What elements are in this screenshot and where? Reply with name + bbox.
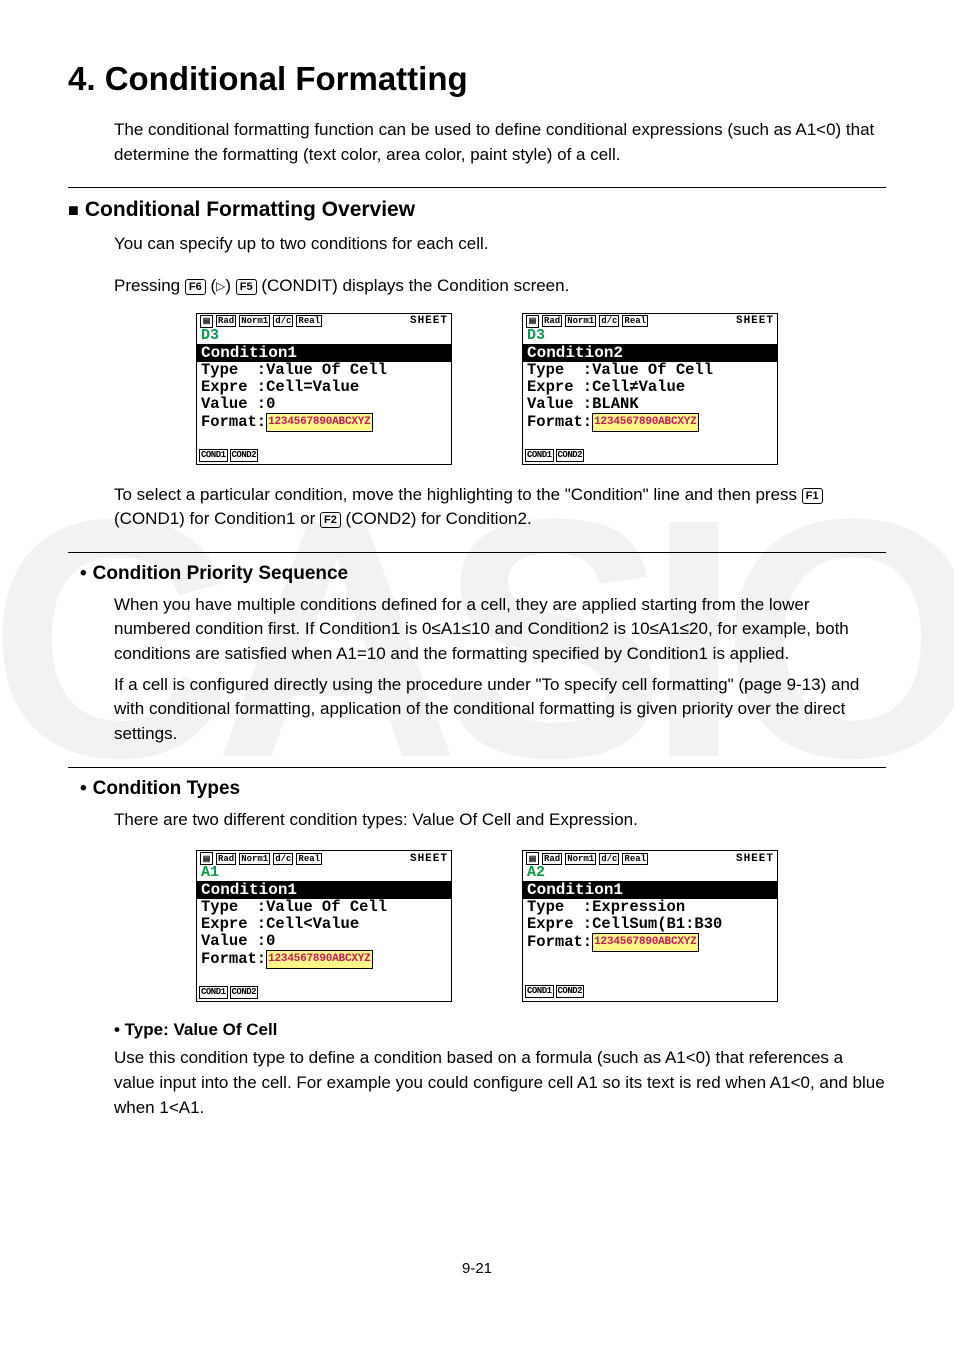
row-value: Value :0 [197, 933, 451, 950]
status-bar: ▤ RadNorm1 d/cReal SHEET [197, 314, 451, 328]
types-heading: Condition Types [68, 778, 886, 800]
rad-indicator: Rad [542, 315, 562, 327]
format-sample: 1234567890ABCXYZ [592, 413, 698, 432]
intro-paragraph: The conditional formatting function can … [68, 118, 886, 167]
overview-line1: You can specify up to two conditions for… [68, 232, 886, 257]
battery-icon: ▤ [200, 315, 213, 328]
f2-key-icon: F2 [320, 512, 341, 528]
row-format: Format: 1234567890ABCXYZ [197, 950, 451, 969]
page-number: 9-21 [68, 1260, 886, 1277]
fkey-row: COND1 COND2 [523, 984, 777, 1000]
cell-ref: D3 [523, 328, 777, 344]
fkey-cond1: COND1 [199, 986, 228, 999]
types-intro: There are two different condition types:… [68, 808, 886, 833]
mode-label: SHEET [736, 853, 774, 865]
screens-row-1: ▤ RadNorm1 d/cReal SHEET D3 Condition1 T… [68, 313, 886, 465]
row-expre: Expre :CellSum(B1:B30 [523, 916, 777, 933]
status-bar: ▤ RadNorm1 d/cReal SHEET [523, 314, 777, 328]
f5-key-icon: F5 [236, 279, 257, 295]
norm-indicator: Norm1 [565, 853, 596, 865]
format-sample: 1234567890ABCXYZ [266, 950, 372, 969]
calc-screen-cond2-d3: ▤ RadNorm1 d/cReal SHEET D3 Condition2 T… [522, 313, 778, 465]
fkey-cond1: COND1 [525, 985, 554, 998]
row-format: Format: 1234567890ABCXYZ [197, 413, 451, 432]
row-value: Value :0 [197, 396, 451, 413]
f6-key-icon: F6 [185, 279, 206, 295]
dc-indicator: d/c [599, 853, 619, 865]
cell-ref: A2 [523, 865, 777, 881]
norm-indicator: Norm1 [565, 315, 596, 327]
condition-header: Condition1 [523, 881, 777, 899]
mode-label: SHEET [410, 315, 448, 327]
priority-heading: Condition Priority Sequence [68, 563, 886, 585]
rad-indicator: Rad [216, 315, 236, 327]
mode-label: SHEET [410, 853, 448, 865]
fkey-cond2: COND2 [230, 986, 259, 999]
f1-key-icon: F1 [802, 488, 823, 504]
row-type: Type :Value Of Cell [523, 362, 777, 379]
type-value-heading: • Type: Value Of Cell [68, 1020, 886, 1040]
real-indicator: Real [622, 315, 648, 327]
battery-icon: ▤ [526, 315, 539, 328]
screens-row-2: ▤ RadNorm1 d/cReal SHEET A1 Condition1 T… [68, 850, 886, 1002]
row-type: Type :Expression [523, 899, 777, 916]
type-value-body: Use this condition type to define a cond… [68, 1046, 886, 1120]
format-sample: 1234567890ABCXYZ [592, 933, 698, 952]
fkey-cond2: COND2 [230, 449, 259, 462]
fkey-cond2: COND2 [556, 985, 585, 998]
overview-heading: ■ Conditional Formatting Overview [68, 198, 886, 222]
calc-screen-cond1-d3: ▤ RadNorm1 d/cReal SHEET D3 Condition1 T… [196, 313, 452, 465]
norm-indicator: Norm1 [239, 853, 270, 865]
page-title: 4. Conditional Formatting [68, 60, 886, 98]
rad-indicator: Rad [216, 853, 236, 865]
fkey-cond1: COND1 [199, 449, 228, 462]
status-bar: ▤ RadNorm1 d/cReal SHEET [197, 851, 451, 865]
fkey-row: COND1 COND2 [197, 985, 451, 1001]
norm-indicator: Norm1 [239, 315, 270, 327]
cell-ref: A1 [197, 865, 451, 881]
cell-ref: D3 [197, 328, 451, 344]
row-expre: Expre :Cell=Value [197, 379, 451, 396]
section-divider [68, 552, 886, 553]
fkey-cond2: COND2 [556, 449, 585, 462]
condition-header: Condition1 [197, 881, 451, 899]
row-format: Format: 1234567890ABCXYZ [523, 933, 777, 952]
real-indicator: Real [622, 853, 648, 865]
status-bar: ▤ RadNorm1 d/cReal SHEET [523, 851, 777, 865]
priority-p2: If a cell is configured directly using t… [68, 673, 886, 747]
fkey-cond1: COND1 [525, 449, 554, 462]
rad-indicator: Rad [542, 853, 562, 865]
calc-screen-cond1-a2: ▤ RadNorm1 d/cReal SHEET A2 Condition1 T… [522, 850, 778, 1002]
real-indicator: Real [296, 315, 322, 327]
row-type: Type :Value Of Cell [197, 362, 451, 379]
mode-label: SHEET [736, 315, 774, 327]
condition-header: Condition1 [197, 344, 451, 362]
overview-after-screens: To select a particular condition, move t… [68, 483, 886, 532]
row-type: Type :Value Of Cell [197, 899, 451, 916]
square-bullet-icon: ■ [68, 201, 79, 219]
dc-indicator: d/c [599, 315, 619, 327]
real-indicator: Real [296, 853, 322, 865]
right-triangle-icon: ▷ [216, 279, 225, 293]
calc-screen-cond1-a1: ▤ RadNorm1 d/cReal SHEET A1 Condition1 T… [196, 850, 452, 1002]
row-expre: Expre :Cell≠Value [523, 379, 777, 396]
section-divider [68, 187, 886, 188]
condition-header: Condition2 [523, 344, 777, 362]
overview-line2: Pressing F6 (▷) F5 (CONDIT) displays the… [68, 274, 886, 299]
fkey-row: COND1 COND2 [197, 448, 451, 464]
section-divider [68, 767, 886, 768]
row-value: Value :BLANK [523, 396, 777, 413]
dc-indicator: d/c [273, 315, 293, 327]
priority-p1: When you have multiple conditions define… [68, 593, 886, 667]
row-format: Format: 1234567890ABCXYZ [523, 413, 777, 432]
fkey-row: COND1 COND2 [523, 448, 777, 464]
dc-indicator: d/c [273, 853, 293, 865]
format-sample: 1234567890ABCXYZ [266, 413, 372, 432]
row-expre: Expre :Cell<Value [197, 916, 451, 933]
